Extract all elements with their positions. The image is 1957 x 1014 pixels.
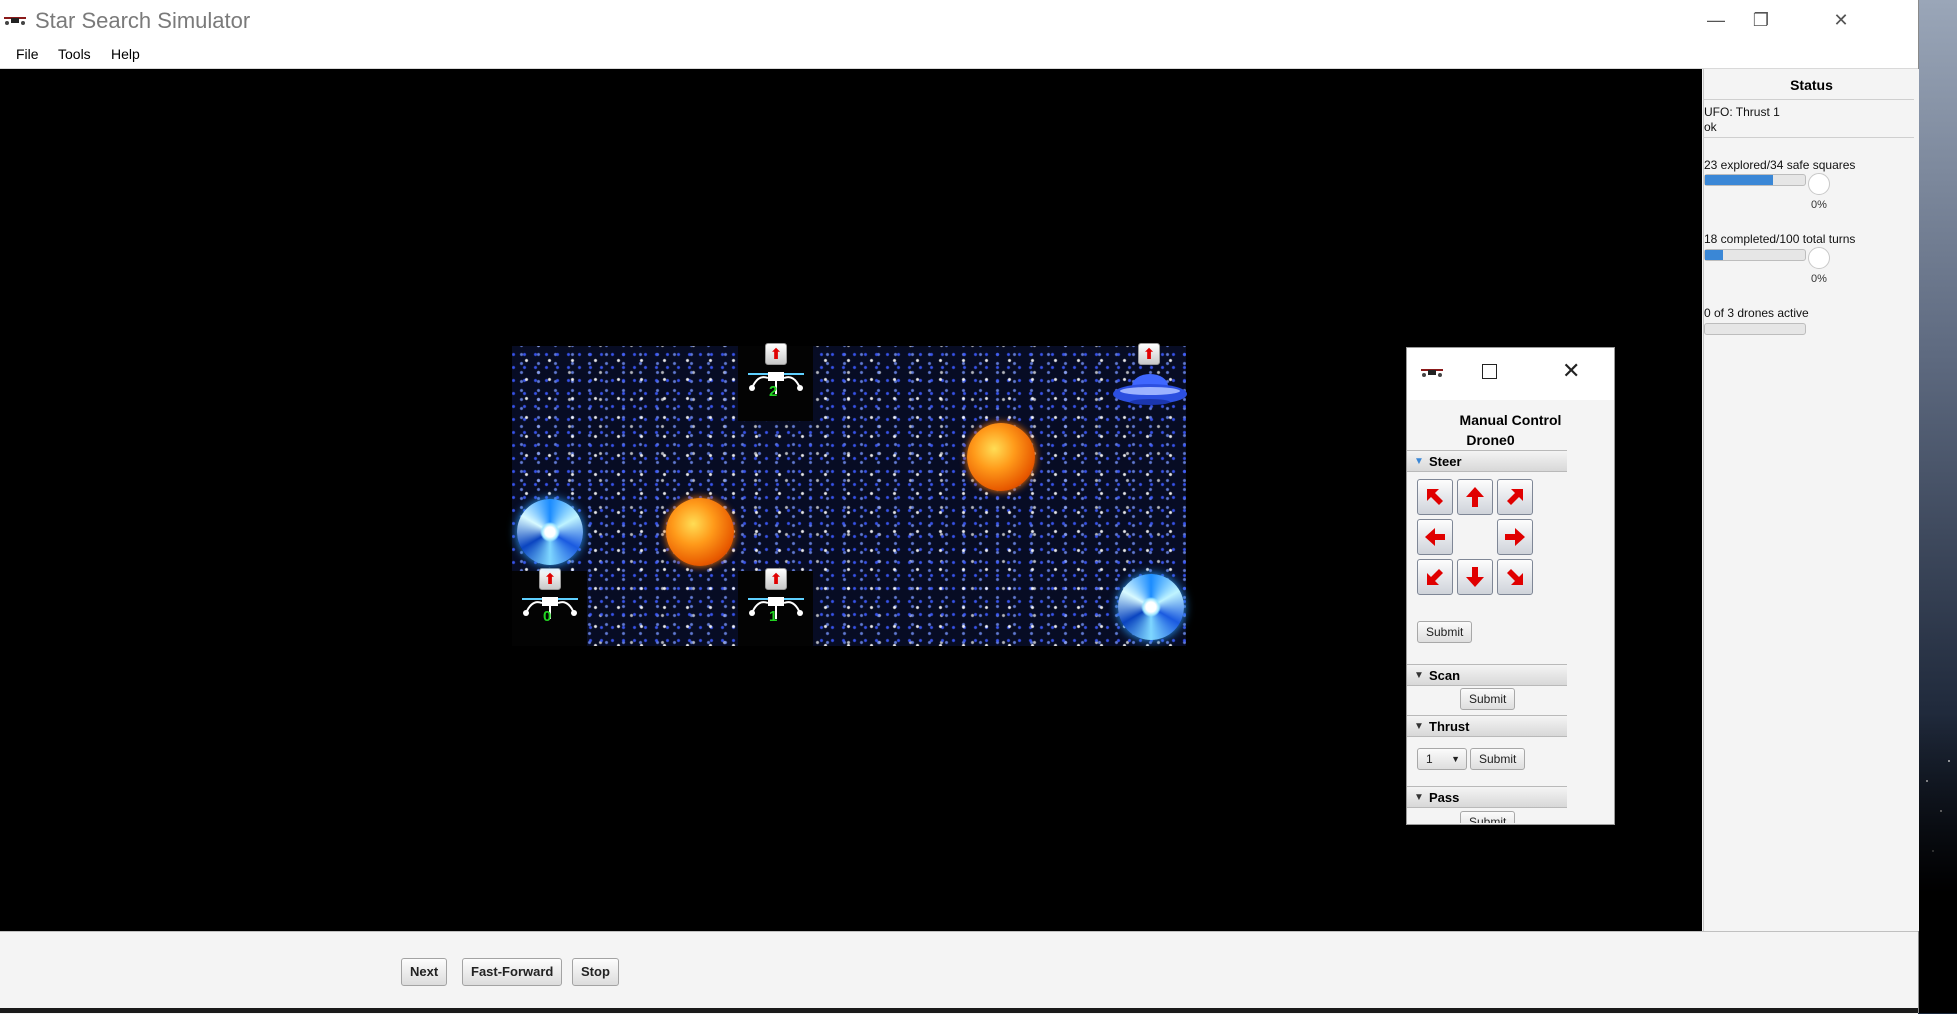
steer-north-button[interactable] bbox=[1457, 479, 1493, 515]
pass-label: Pass bbox=[1429, 790, 1460, 805]
explored-progress-fill bbox=[1705, 175, 1773, 185]
next-button[interactable]: Next bbox=[401, 958, 448, 986]
menu-help[interactable]: Help bbox=[111, 46, 140, 62]
wormhole-icon[interactable] bbox=[1118, 574, 1184, 640]
expanded-triangle-icon: ▼ bbox=[1414, 456, 1424, 467]
drone-id-label: 2 bbox=[769, 383, 778, 400]
drones-active-text: 0 of 3 drones active bbox=[1704, 306, 1809, 320]
steer-northwest-button[interactable] bbox=[1417, 479, 1453, 515]
fast-forward-button[interactable]: Fast-Forward bbox=[462, 958, 563, 986]
turns-percent: 0% bbox=[1811, 273, 1827, 285]
turns-spinner-icon bbox=[1808, 247, 1830, 269]
thrust-value: 1 bbox=[1426, 752, 1433, 766]
drone-app-icon bbox=[1421, 369, 1443, 377]
explored-progress-bar bbox=[1704, 174, 1806, 186]
south-arrow-icon bbox=[1466, 567, 1484, 587]
menu-bar: File Tools Help bbox=[0, 40, 1918, 69]
sun-icon[interactable] bbox=[666, 498, 734, 566]
east-arrow-icon bbox=[1505, 528, 1525, 546]
thrust-label: Thrust bbox=[1429, 719, 1470, 734]
drone-app-icon bbox=[4, 17, 26, 25]
title-bar: Star Search Simulator — ❐ ✕ bbox=[0, 0, 1918, 40]
explored-percent: 0% bbox=[1811, 199, 1827, 211]
sun-icon[interactable] bbox=[967, 423, 1035, 491]
thrust-section-header[interactable]: ▼ Thrust bbox=[1407, 715, 1567, 737]
close-button[interactable]: ✕ bbox=[1810, 0, 1872, 40]
drone-cell[interactable]: ⬆ 1 bbox=[738, 568, 813, 646]
wormhole-icon[interactable] bbox=[517, 499, 583, 565]
scan-submit-button[interactable]: Submit bbox=[1460, 688, 1516, 710]
ufo-icon bbox=[1113, 374, 1187, 405]
west-arrow-icon bbox=[1425, 528, 1445, 546]
scan-label: Scan bbox=[1429, 668, 1461, 683]
turns-text: 18 completed/100 total turns bbox=[1704, 232, 1856, 246]
restore-icon: ❐ bbox=[1752, 9, 1770, 30]
taskbar-edge bbox=[0, 1008, 1918, 1013]
menu-file[interactable]: File bbox=[16, 46, 39, 62]
heading-up-icon: ⬆ bbox=[765, 343, 787, 365]
thrust-select[interactable]: 1 ▼ bbox=[1417, 748, 1467, 770]
maximize-icon[interactable] bbox=[1482, 364, 1497, 379]
manual-control-title: Manual Control bbox=[1459, 412, 1562, 428]
steer-east-button[interactable] bbox=[1497, 519, 1533, 555]
north-arrow-icon bbox=[1466, 487, 1484, 507]
steer-southwest-button[interactable] bbox=[1417, 559, 1453, 595]
steer-south-button[interactable] bbox=[1457, 559, 1493, 595]
drone-id-label: 1 bbox=[769, 608, 778, 625]
pass-submit-button[interactable]: Submit bbox=[1460, 811, 1516, 823]
control-bar: Next Fast-Forward Stop bbox=[0, 931, 1918, 1014]
expanded-triangle-icon: ▼ bbox=[1414, 792, 1424, 803]
northeast-arrow-icon bbox=[1507, 489, 1523, 505]
heading-up-icon: ⬆ bbox=[1138, 343, 1160, 365]
scan-section-header[interactable]: ▼ Scan bbox=[1407, 664, 1567, 686]
main-window: Star Search Simulator — ❐ ✕ File Tools H… bbox=[0, 0, 1919, 1014]
manual-control-drone: Drone0 bbox=[1466, 432, 1515, 448]
drone-id-label: 0 bbox=[543, 608, 552, 625]
explored-text: 23 explored/34 safe squares bbox=[1704, 158, 1856, 172]
drone-cell[interactable]: ⬆ 2 bbox=[738, 343, 813, 421]
space-grid: ⬆ 2 ⬆ 0 ⬆ 1 ⬆ bbox=[512, 343, 1187, 646]
turns-progress-fill bbox=[1705, 250, 1723, 260]
manual-control-window: ✕ Manual Control Drone0 ▼ Steer Submit ▼… bbox=[1406, 347, 1615, 825]
steer-southeast-button[interactable] bbox=[1497, 559, 1533, 595]
chevron-down-icon: ▼ bbox=[1451, 754, 1460, 764]
manual-control-titlebar: ✕ bbox=[1407, 348, 1614, 400]
window-title: Star Search Simulator bbox=[35, 8, 251, 33]
steer-section-header[interactable]: ▼ Steer bbox=[1407, 450, 1567, 472]
turns-progress-bar bbox=[1704, 249, 1806, 261]
northwest-arrow-icon bbox=[1427, 489, 1443, 505]
southeast-arrow-icon bbox=[1507, 569, 1523, 585]
desktop-background bbox=[1918, 0, 1957, 1013]
manual-control-heading: Manual Control Drone0 bbox=[1407, 410, 1614, 450]
thrust-submit-button[interactable]: Submit bbox=[1470, 748, 1526, 770]
steer-northeast-button[interactable] bbox=[1497, 479, 1533, 515]
ufo-result-text: ok bbox=[1704, 120, 1717, 134]
ufo-status-text: UFO: Thrust 1 bbox=[1704, 105, 1780, 119]
steer-west-button[interactable] bbox=[1417, 519, 1453, 555]
close-icon: ✕ bbox=[1833, 9, 1849, 30]
steer-submit-button[interactable]: Submit bbox=[1417, 621, 1473, 643]
heading-up-icon: ⬆ bbox=[765, 568, 787, 590]
restore-button[interactable]: ❐ bbox=[1730, 0, 1792, 40]
steer-label: Steer bbox=[1429, 454, 1462, 469]
close-icon[interactable]: ✕ bbox=[1562, 358, 1580, 384]
heading-up-icon: ⬆ bbox=[539, 568, 561, 590]
ufo-cell[interactable]: ⬆ bbox=[1111, 343, 1187, 421]
expanded-triangle-icon: ▼ bbox=[1414, 670, 1424, 681]
southwest-arrow-icon bbox=[1427, 569, 1443, 585]
expanded-triangle-icon: ▼ bbox=[1414, 721, 1424, 732]
menu-tools[interactable]: Tools bbox=[58, 46, 91, 62]
pass-section-body: Submit bbox=[1407, 809, 1567, 823]
simulation-canvas: ⬆ 2 ⬆ 0 ⬆ 1 ⬆ ✕ Manual Control Drone0 ▼ … bbox=[0, 69, 1702, 931]
minimize-icon: — bbox=[1707, 9, 1725, 30]
explored-spinner-icon bbox=[1808, 173, 1830, 195]
status-panel: Status UFO: Thrust 1 ok 23 explored/34 s… bbox=[1703, 69, 1919, 931]
status-title: Status bbox=[1790, 77, 1833, 93]
stop-button[interactable]: Stop bbox=[572, 958, 619, 986]
drones-progress-bar bbox=[1704, 323, 1806, 335]
pass-section-header[interactable]: ▼ Pass bbox=[1407, 786, 1567, 808]
drone-cell[interactable]: ⬆ 0 bbox=[512, 568, 587, 646]
